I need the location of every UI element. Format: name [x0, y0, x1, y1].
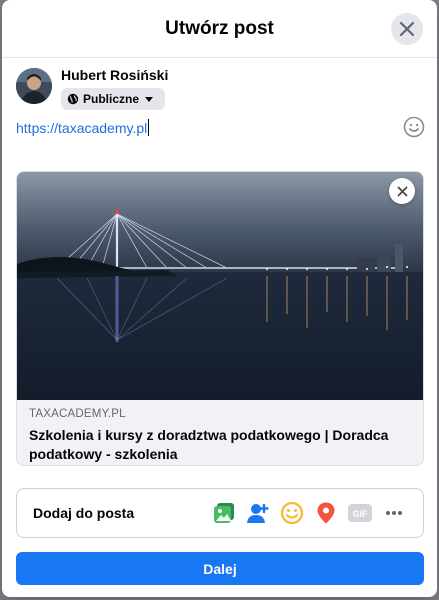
post-author: Hubert Rosiński Publiczne: [16, 66, 168, 110]
caret-down-icon: [145, 96, 154, 102]
more-options-button[interactable]: [377, 496, 411, 530]
link-preview-image: [17, 172, 423, 400]
close-button[interactable]: [391, 13, 423, 45]
add-to-post-bar: Dodaj do posta GIF: [16, 488, 424, 538]
feeling-icon: [280, 501, 304, 525]
post-text-value: https://taxacademy.pl: [16, 119, 148, 136]
dialog-header: Utwórz post: [2, 0, 437, 58]
location-button[interactable]: [309, 496, 343, 530]
tag-people-icon: [247, 503, 269, 523]
author-name: Hubert Rosiński: [61, 67, 169, 83]
privacy-selector[interactable]: Publiczne: [61, 88, 166, 110]
post-text-input[interactable]: https://taxacademy.pl: [16, 119, 150, 136]
feeling-button[interactable]: [275, 496, 309, 530]
add-to-post-icons: GIF: [207, 496, 411, 530]
gif-label: GIF: [353, 509, 369, 519]
photo-video-icon: [214, 503, 234, 523]
avatar: [16, 68, 52, 104]
close-icon: [397, 186, 407, 196]
link-preview-card[interactable]: TAXACADEMY.PL Szkolenia i kursy z doradz…: [16, 171, 424, 466]
create-post-dialog: Utwórz post Hubert Rosiński Publiczne ht…: [2, 0, 437, 597]
gif-icon: GIF: [348, 504, 372, 522]
privacy-label: Publiczne: [83, 92, 140, 106]
emoji-button[interactable]: [403, 116, 425, 143]
author-info: Hubert Rosiński Publiczne: [61, 66, 168, 110]
smiley-icon: [403, 116, 425, 138]
close-icon: [399, 21, 415, 37]
next-button[interactable]: Dalej: [16, 552, 424, 585]
link-domain: TAXACADEMY.PL: [29, 408, 126, 420]
gif-button[interactable]: GIF: [343, 496, 377, 530]
remove-preview-button[interactable]: [389, 178, 415, 204]
text-cursor: [148, 119, 150, 136]
tag-people-button[interactable]: [241, 496, 275, 530]
more-icon: [386, 511, 402, 515]
location-icon: [317, 502, 335, 524]
dialog-title: Utwórz post: [165, 17, 274, 39]
link-title: Szkolenia i kursy z doradztwa podatkoweg…: [29, 427, 389, 462]
next-button-label: Dalej: [203, 560, 237, 577]
photo-video-button[interactable]: [207, 496, 241, 530]
link-preview-meta: TAXACADEMY.PL Szkolenia i kursy z doradz…: [17, 400, 423, 464]
globe-icon: [67, 93, 79, 105]
add-to-post-label: Dodaj do posta: [33, 505, 135, 521]
